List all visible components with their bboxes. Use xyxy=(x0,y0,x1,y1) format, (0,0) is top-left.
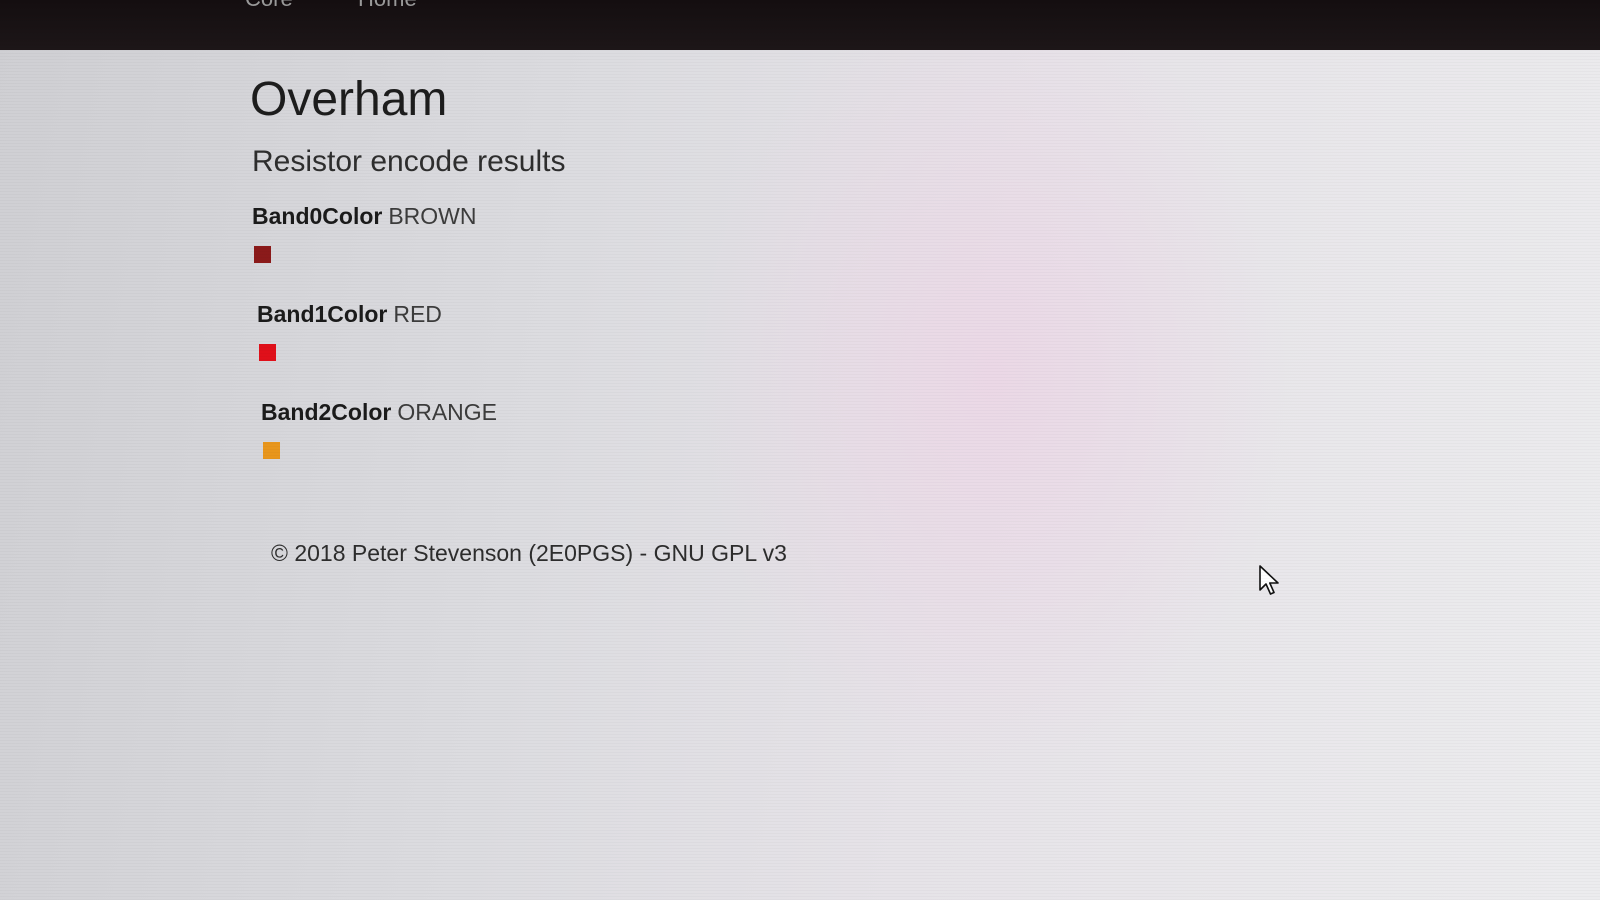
band-color-swatch xyxy=(254,246,271,264)
mouse-pointer-icon xyxy=(1259,565,1279,595)
footer-copyright: © 2018 Peter Stevenson (2E0PGS) - GNU GP… xyxy=(271,540,787,566)
page-title: Overham xyxy=(250,73,448,126)
band-results-list: Band0Color BROWN Band1Color RED Band2Color… xyxy=(250,201,1150,495)
band-label: Band0Color xyxy=(252,203,383,230)
band-label: Band1Color xyxy=(257,301,388,328)
nav-link-home[interactable]: Home xyxy=(358,0,417,12)
band-label: Band2Color xyxy=(261,399,392,426)
band-result-0: Band0Color BROWN xyxy=(250,201,1150,299)
band-color-swatch xyxy=(263,442,280,460)
top-navbar: Core Home xyxy=(0,0,1600,50)
nav-link-core[interactable]: Core xyxy=(245,0,293,12)
page-subtitle: Resistor encode results xyxy=(252,145,566,179)
band-value: ORANGE xyxy=(397,399,498,426)
band-value: RED xyxy=(393,301,442,328)
band-color-swatch xyxy=(259,344,276,362)
main-content: Overham Resistor encode results Band0Col… xyxy=(250,72,1150,495)
band-value: BROWN xyxy=(388,203,477,230)
band-result-2: Band2Color ORANGE xyxy=(259,397,1150,495)
band-result-1: Band1Color RED xyxy=(255,299,1150,397)
